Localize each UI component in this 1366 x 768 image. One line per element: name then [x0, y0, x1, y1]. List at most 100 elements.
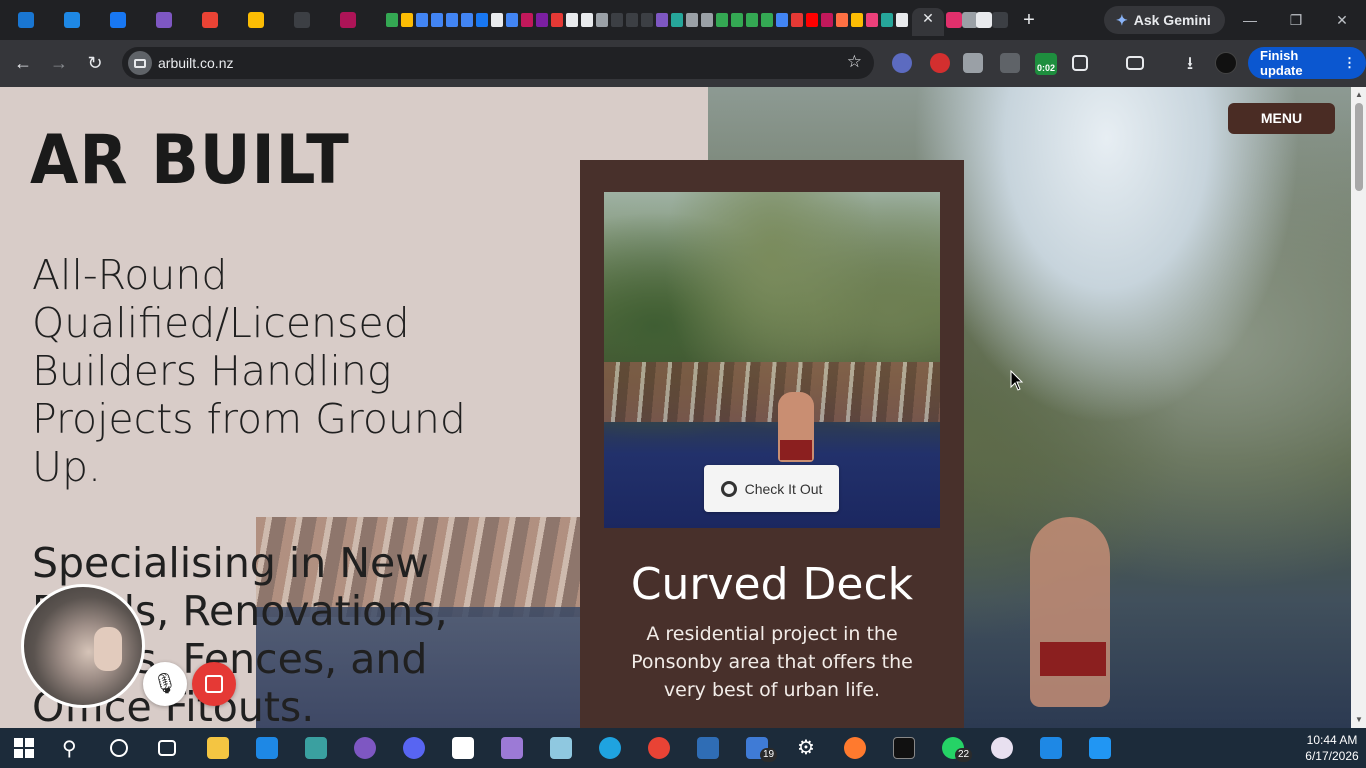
misc-tab-icon-13[interactable] — [671, 13, 683, 27]
misc-tab-icon-11[interactable] — [641, 13, 653, 27]
bookmark-star-icon[interactable]: ☆ — [847, 52, 862, 72]
edge-icon[interactable] — [599, 737, 621, 759]
discord-icon[interactable] — [403, 737, 425, 759]
url-text[interactable]: arbuilt.co.nz — [158, 55, 233, 71]
new-tab-button[interactable]: + — [1018, 9, 1040, 31]
task-view-icon[interactable] — [158, 740, 176, 756]
chrome-icon[interactable] — [648, 737, 670, 759]
instagram-tab-icon[interactable] — [946, 12, 962, 28]
extension-icon-1[interactable] — [892, 53, 912, 73]
webcam-overlay[interactable] — [21, 584, 145, 708]
app-icon-1[interactable] — [305, 737, 327, 759]
system-clock[interactable]: 10:44 AM 6/17/2026 — [1300, 732, 1364, 764]
misc-tab-icon-16[interactable] — [716, 13, 728, 27]
misc-tab-icon-10[interactable] — [626, 13, 638, 27]
app-tab-icon[interactable] — [156, 12, 172, 28]
app-icon-6[interactable] — [844, 737, 866, 759]
profile-avatar[interactable] — [1215, 52, 1237, 74]
app-icon-5[interactable] — [550, 737, 572, 759]
app-icon-9[interactable] — [1089, 737, 1111, 759]
outlook-icon[interactable] — [256, 737, 278, 759]
misc-tab-icon-12[interactable] — [656, 13, 668, 27]
site-info-icon[interactable] — [128, 51, 152, 75]
address-bar[interactable]: arbuilt.co.nz ☆ — [122, 47, 874, 79]
meta-tab-icon[interactable] — [110, 12, 126, 28]
misc-tab-icon-4[interactable] — [536, 13, 548, 27]
misc-tab-icon-14[interactable] — [686, 13, 698, 27]
misc-tab-icon-21[interactable] — [791, 13, 803, 27]
misc-tab-icon-5[interactable] — [551, 13, 563, 27]
misc-tab-icon-8[interactable] — [596, 13, 608, 27]
tab-search-icon[interactable] — [1126, 56, 1144, 70]
scroll-down-arrow-icon[interactable]: ▼ — [1355, 715, 1363, 724]
minimize-button[interactable]: — — [1238, 8, 1262, 32]
misc-tab-icon-3[interactable] — [521, 13, 533, 27]
site-logo[interactable]: AR BUILT — [30, 121, 350, 200]
misc-tab-icon-24[interactable] — [851, 13, 863, 27]
timer-extension-icon[interactable]: 0:02 — [1035, 53, 1057, 75]
cortana-icon[interactable] — [110, 739, 128, 757]
extension-icon-2[interactable] — [930, 53, 950, 73]
drive-tab-icon[interactable] — [248, 12, 264, 28]
dark-tab-icon[interactable] — [294, 12, 310, 28]
close-window-button[interactable]: ✕ — [1330, 8, 1354, 32]
google-tab-icon-2[interactable] — [976, 12, 992, 28]
finish-update-button[interactable]: Finish update ⋮ — [1248, 47, 1366, 79]
misc-tab-icon-18[interactable] — [746, 13, 758, 27]
docs-tab-icon-2[interactable] — [431, 13, 443, 27]
scroll-thumb[interactable] — [1355, 103, 1363, 191]
misc-tab-icon-7[interactable] — [581, 13, 593, 27]
ask-gemini-button[interactable]: ✦ Ask Gemini — [1104, 6, 1225, 34]
google-tab-icon[interactable] — [896, 13, 908, 27]
stop-recording-button[interactable] — [192, 662, 236, 706]
settings-gear-icon[interactable]: ⚙ — [795, 737, 817, 759]
misc-tab-icon-25[interactable] — [866, 13, 878, 27]
misc-tab-icon-26[interactable] — [881, 13, 893, 27]
menu-button[interactable]: MENU — [1228, 103, 1335, 134]
docs-tab-icon[interactable] — [416, 13, 428, 27]
misc-tab-icon-23[interactable] — [836, 13, 848, 27]
pink-tab-icon[interactable] — [340, 12, 356, 28]
microphone-button[interactable]: 🎙 — [143, 662, 187, 706]
outlook-tab-icon[interactable] — [18, 12, 34, 28]
file-explorer-icon[interactable] — [207, 737, 229, 759]
check-it-out-button[interactable]: Check It Out — [704, 465, 839, 512]
extension-icon-3[interactable] — [963, 53, 983, 73]
misc-tab-icon-15[interactable] — [701, 13, 713, 27]
drive-tab-icon-small-2[interactable] — [401, 13, 413, 27]
outlook-tab-icon-2[interactable] — [64, 12, 80, 28]
misc-tab-icon-1[interactable] — [491, 13, 503, 27]
pinned-tab-icon-2[interactable] — [992, 12, 1008, 28]
misc-tab-icon-6[interactable] — [566, 13, 578, 27]
back-button[interactable]: ← — [11, 51, 35, 75]
start-button[interactable] — [14, 738, 34, 758]
drive-tab-icon-small[interactable] — [386, 13, 398, 27]
youtube-tab-icon[interactable] — [806, 13, 818, 27]
misc-tab-icon-19[interactable] — [761, 13, 773, 27]
gmail-tab-icon[interactable] — [202, 12, 218, 28]
tab-close-icon[interactable]: ✕ — [920, 10, 936, 26]
app-icon-8[interactable] — [1040, 737, 1062, 759]
docs-tab-icon-3[interactable] — [446, 13, 458, 27]
misc-tab-icon-9[interactable] — [611, 13, 623, 27]
misc-tab-icon-17[interactable] — [731, 13, 743, 27]
forward-button[interactable]: → — [47, 51, 71, 75]
extensions-puzzle-icon[interactable] — [1072, 55, 1088, 71]
reload-button[interactable]: ↻ — [83, 51, 107, 75]
docs-tab-icon-4[interactable] — [461, 13, 473, 27]
app-icon-7[interactable] — [991, 737, 1013, 759]
misc-tab-icon-22[interactable] — [821, 13, 833, 27]
download-icon[interactable]: ⭳ — [1178, 51, 1202, 75]
misc-tab-icon-2[interactable] — [506, 13, 518, 27]
facebook-tab-icon[interactable] — [476, 13, 488, 27]
powershell-icon[interactable] — [697, 737, 719, 759]
terminal-icon[interactable] — [893, 737, 915, 759]
misc-tab-icon-20[interactable] — [776, 13, 788, 27]
app-icon-3[interactable] — [452, 737, 474, 759]
page-scrollbar[interactable]: ▲ ▼ — [1351, 87, 1366, 728]
extension-icon-4[interactable] — [1000, 53, 1020, 73]
restore-button[interactable]: ❐ — [1284, 8, 1308, 32]
app-icon-4[interactable] — [501, 737, 523, 759]
search-icon[interactable]: ⚲ — [62, 736, 77, 761]
scroll-up-arrow-icon[interactable]: ▲ — [1355, 90, 1363, 99]
